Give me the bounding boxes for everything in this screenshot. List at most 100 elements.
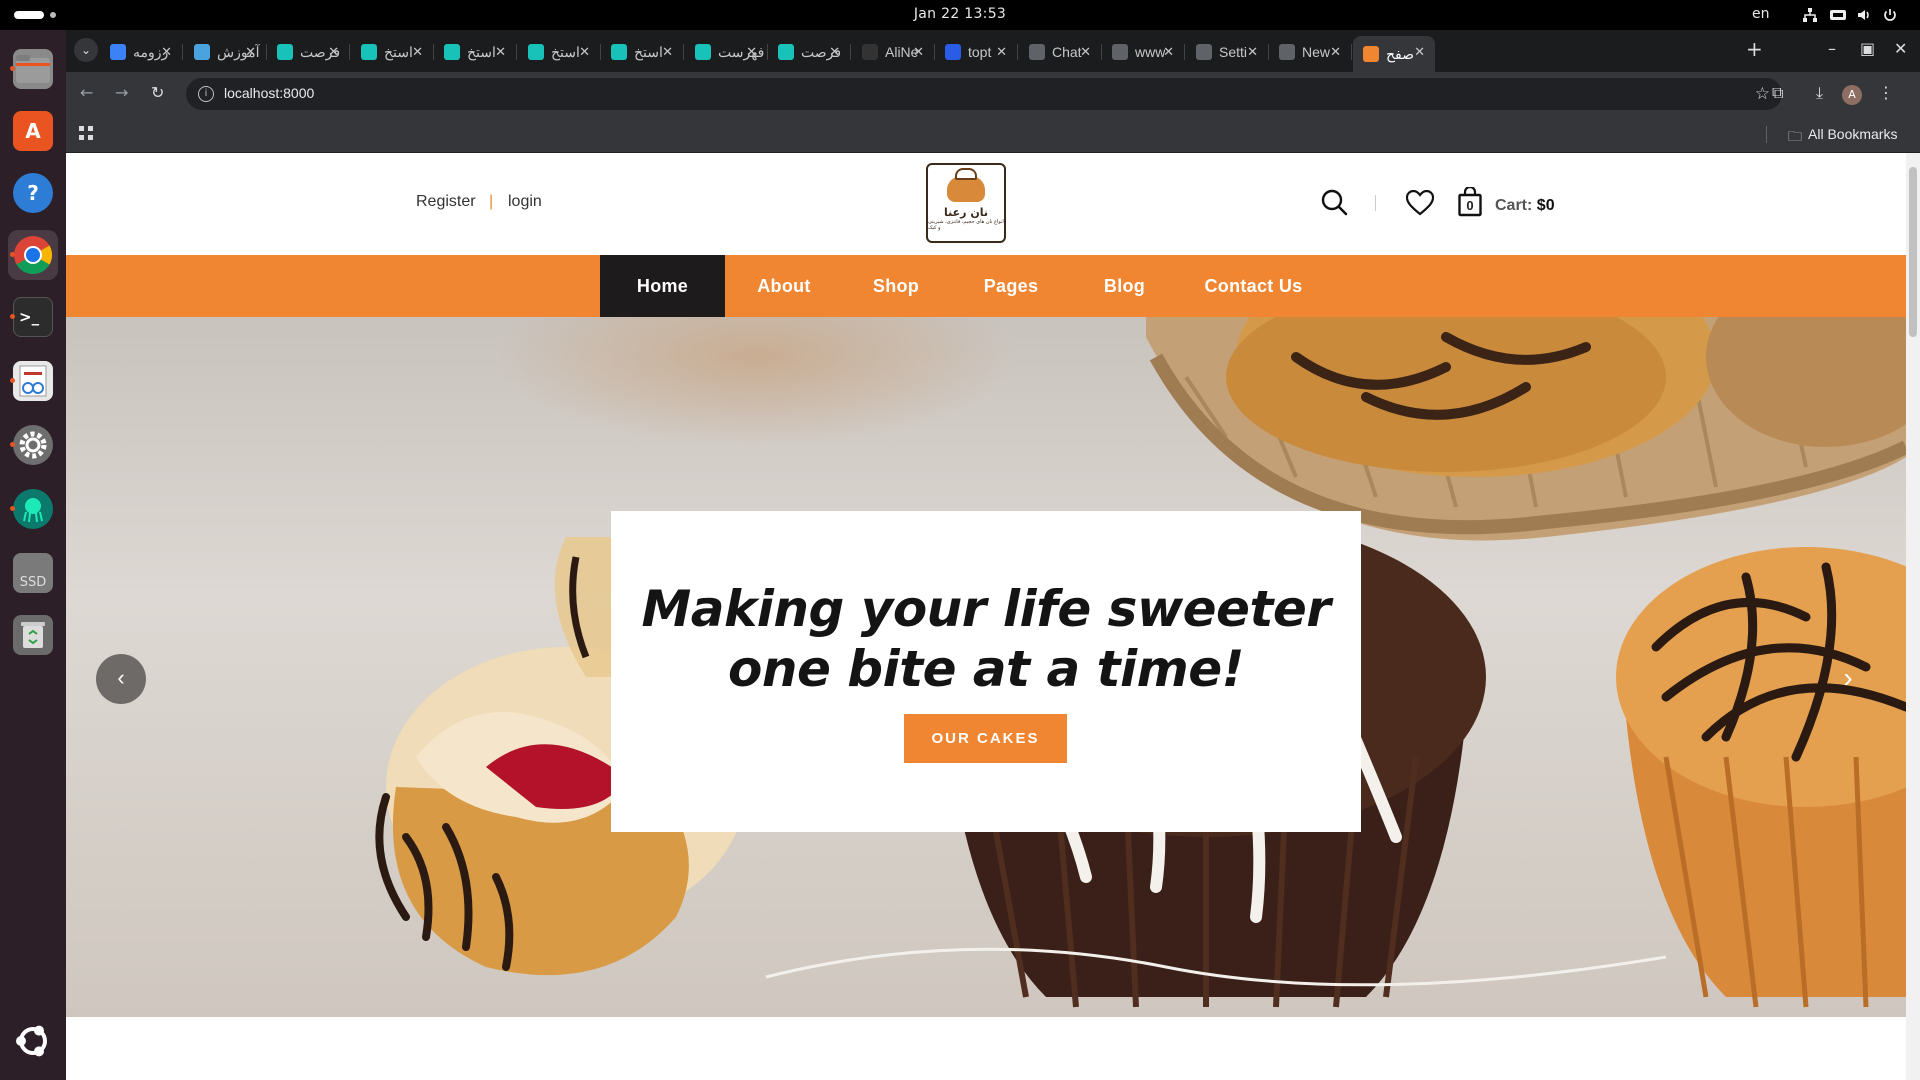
search-icon[interactable]	[1320, 188, 1348, 216]
browser-tab[interactable]: استخ ✕	[434, 36, 517, 68]
new-tab-button[interactable]: +	[1746, 39, 1763, 59]
tab-close-icon[interactable]: ✕	[579, 44, 590, 60]
browser-tab[interactable]: فهرست ✕	[685, 36, 768, 68]
browser-tab[interactable]: Chat ✕	[1019, 36, 1102, 68]
tab-search-chevron-icon[interactable]: ⌄	[74, 38, 98, 62]
browser-tab[interactable]: فرصت ✕	[768, 36, 851, 68]
tab-favicon-icon	[528, 44, 544, 60]
tab-separator	[182, 44, 183, 60]
site-header: Register | login نان رعنا انواع نان های …	[66, 153, 1906, 255]
dock-help[interactable]: ?	[8, 168, 58, 218]
hero-card: Making your life sweeter one bite at a t…	[611, 511, 1361, 832]
nav-item-about[interactable]: About	[725, 255, 843, 317]
tab-close-icon[interactable]: ✕	[161, 44, 172, 60]
tab-close-icon[interactable]: ✕	[996, 44, 1007, 60]
tab-separator	[1351, 44, 1352, 60]
browser-tab[interactable]: آموزش ✕	[184, 36, 267, 68]
network-icon[interactable]	[1802, 7, 1818, 23]
tab-close-icon[interactable]: ✕	[245, 44, 256, 60]
tab-close-icon[interactable]: ✕	[328, 44, 339, 60]
dock-chrome[interactable]	[8, 230, 58, 280]
hero-title: Making your life sweeter one bite at a t…	[611, 579, 1361, 699]
dock-trash[interactable]	[8, 610, 58, 660]
tab-close-icon[interactable]: ✕	[1080, 44, 1091, 60]
url-text[interactable]: localhost:8000	[224, 85, 314, 101]
page-scrollbar[interactable]	[1906, 153, 1920, 1080]
app-center-icon: A	[13, 111, 53, 151]
browser-tab[interactable]: Setti ✕	[1186, 36, 1269, 68]
minimize-button[interactable]: –	[1828, 40, 1836, 58]
close-window-button[interactable]: ✕	[1894, 40, 1907, 58]
back-button[interactable]: ←	[80, 84, 93, 102]
extensions-icon[interactable]: ⧉	[1772, 84, 1783, 102]
tab-close-icon[interactable]: ✕	[1330, 44, 1341, 60]
storage-icon[interactable]	[1829, 7, 1846, 23]
tab-close-icon[interactable]: ✕	[412, 44, 423, 60]
hero-slider: Making your life sweeter one bite at a t…	[66, 317, 1906, 1017]
tab-separator	[349, 44, 350, 60]
power-icon[interactable]	[1882, 7, 1898, 23]
nav-item-pages[interactable]: Pages	[950, 255, 1072, 317]
os-clock[interactable]: Jan 22 13:53	[0, 6, 1920, 22]
downloads-icon[interactable]: ⤓	[1816, 84, 1823, 102]
browser-tab[interactable]: فرصت ✕	[267, 36, 350, 68]
slider-next-button[interactable]: ›	[1832, 663, 1864, 695]
bookmark-star-icon[interactable]: ☆	[1755, 84, 1770, 104]
tab-close-icon[interactable]: ✕	[746, 44, 757, 60]
tab-title: فرصت	[801, 43, 842, 60]
site-logo[interactable]: نان رعنا انواع نان های حجیم، فانتزی، شیر…	[926, 163, 1006, 243]
browser-tab[interactable]: استخ ✕	[351, 36, 434, 68]
browser-tab[interactable]: topt ✕	[935, 36, 1018, 68]
tab-favicon-icon	[110, 44, 126, 60]
tab-title: رزومه	[133, 43, 169, 60]
nav-item-home[interactable]: Home	[600, 255, 725, 317]
cart-summary[interactable]: Cart: $0	[1495, 197, 1555, 215]
dock-ssd-drive[interactable]: SSD	[8, 548, 58, 598]
dock-terminal[interactable]: >_	[8, 292, 58, 342]
tab-favicon-icon	[945, 44, 961, 60]
show-apps-button[interactable]	[8, 1016, 58, 1066]
browser-tab[interactable]: New ✕	[1269, 36, 1352, 68]
profile-avatar[interactable]: A	[1842, 85, 1862, 105]
tab-close-icon[interactable]: ✕	[1414, 44, 1425, 60]
cart-bag-icon[interactable]: 0	[1458, 187, 1482, 217]
forward-button[interactable]: →	[115, 84, 128, 102]
keyboard-language[interactable]: en	[1752, 6, 1770, 22]
dock-files[interactable]	[8, 44, 58, 94]
apps-grid-icon[interactable]	[78, 125, 94, 145]
browser-menu-icon[interactable]: ⋮	[1878, 84, 1894, 102]
all-bookmarks-button[interactable]: All Bookmarks	[1808, 126, 1897, 142]
maximize-button[interactable]: ▣	[1860, 40, 1875, 58]
dock-document-viewer[interactable]	[8, 356, 58, 406]
wishlist-heart-icon[interactable]	[1405, 189, 1435, 216]
scrollbar-thumb[interactable]	[1909, 167, 1917, 337]
tab-close-icon[interactable]: ✕	[495, 44, 506, 60]
tab-close-icon[interactable]: ✕	[913, 44, 924, 60]
tab-close-icon[interactable]: ✕	[1163, 44, 1174, 60]
address-bar[interactable]: i localhost:8000 ☆	[186, 78, 1782, 110]
our-cakes-button[interactable]: OUR CAKES	[904, 714, 1067, 763]
tab-close-icon[interactable]: ✕	[1247, 44, 1258, 60]
dock-settings[interactable]	[8, 420, 58, 470]
browser-tab[interactable]: رزومه ✕	[100, 36, 183, 68]
browser-tab[interactable]: AliNe ✕	[852, 36, 935, 68]
register-link[interactable]: Register	[416, 193, 476, 211]
nav-item-blog[interactable]: Blog	[1072, 255, 1177, 317]
slider-prev-button[interactable]: ‹	[96, 654, 146, 704]
site-info-icon[interactable]: i	[198, 86, 214, 102]
nav-item-contact-us[interactable]: Contact Us	[1177, 255, 1330, 317]
browser-tab[interactable]: استخ ✕	[518, 36, 601, 68]
volume-icon[interactable]	[1856, 7, 1872, 23]
nav-item-shop[interactable]: Shop	[842, 255, 950, 317]
tab-favicon-icon	[444, 44, 460, 60]
login-link[interactable]: login	[508, 193, 542, 211]
browser-tab[interactable]: www ✕	[1102, 36, 1185, 68]
dock-app-center[interactable]: A	[8, 106, 58, 156]
browser-tab[interactable]: استخ ✕	[601, 36, 684, 68]
browser-tab[interactable]: صفح ✕	[1353, 36, 1435, 72]
dock-gitkraken[interactable]	[8, 484, 58, 534]
tab-favicon-icon	[778, 44, 794, 60]
reload-button[interactable]: ↻	[151, 84, 164, 102]
tab-close-icon[interactable]: ✕	[662, 44, 673, 60]
tab-close-icon[interactable]: ✕	[829, 44, 840, 60]
